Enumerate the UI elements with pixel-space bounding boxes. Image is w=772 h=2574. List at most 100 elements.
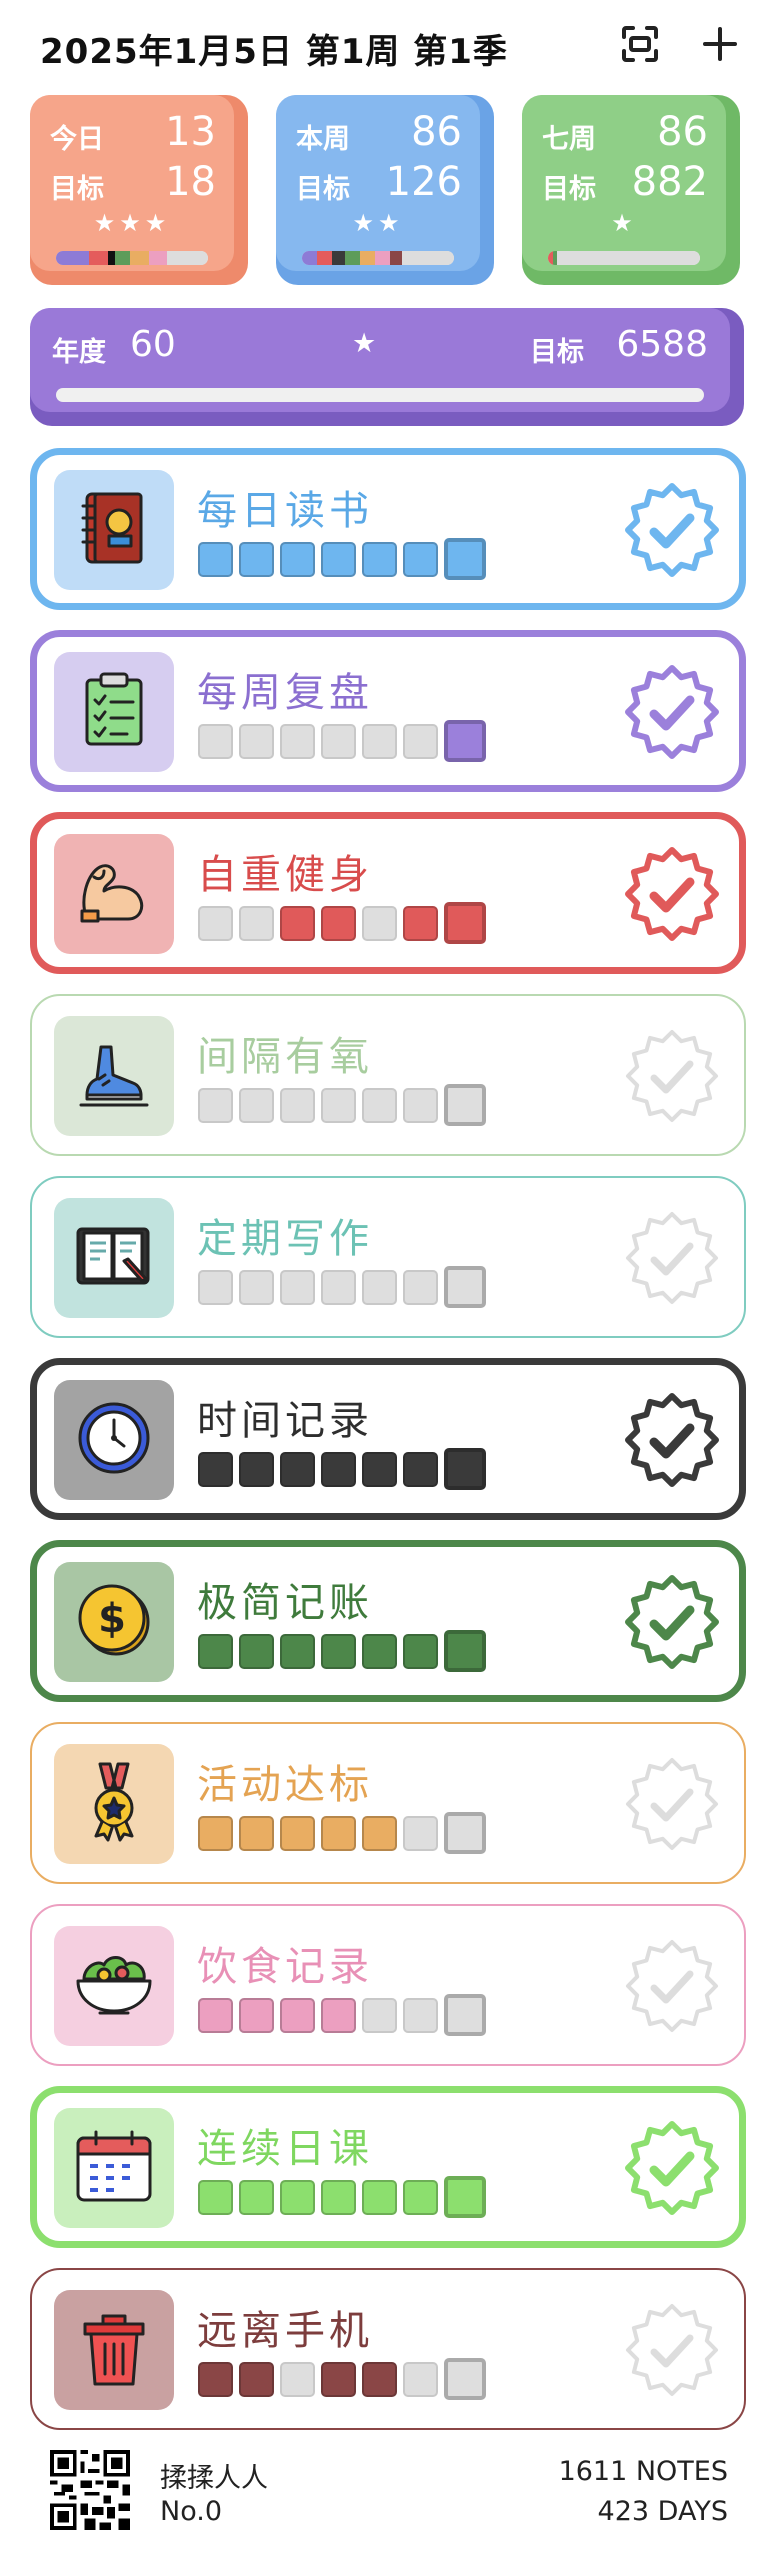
habit-day-square[interactable]	[239, 906, 274, 941]
check-badge-icon[interactable]	[622, 1390, 722, 1490]
check-badge-icon[interactable]	[622, 1936, 722, 2036]
habit-day-square[interactable]	[198, 724, 233, 759]
habit-card-4[interactable]: 定期写作	[30, 1176, 746, 1338]
habit-day-square[interactable]	[403, 542, 438, 577]
habit-day-square[interactable]	[280, 1634, 315, 1669]
habit-day-square[interactable]	[362, 1634, 397, 1669]
habit-day-square[interactable]	[239, 2362, 274, 2397]
habit-day-square[interactable]	[403, 1088, 438, 1123]
habit-day-square[interactable]	[444, 902, 486, 944]
habit-day-square[interactable]	[239, 2180, 274, 2215]
habit-day-square[interactable]	[239, 1998, 274, 2033]
check-badge-icon[interactable]	[622, 1026, 722, 1126]
habit-day-square[interactable]	[362, 1452, 397, 1487]
habit-day-square[interactable]	[403, 1634, 438, 1669]
habit-day-square[interactable]	[444, 1448, 486, 1490]
habit-card-7[interactable]: 活动达标	[30, 1722, 746, 1884]
check-badge-icon[interactable]	[622, 1208, 722, 1308]
habit-day-square[interactable]	[198, 1452, 233, 1487]
habit-day-square[interactable]	[239, 1088, 274, 1123]
habit-day-square[interactable]	[403, 1270, 438, 1305]
habit-day-square[interactable]	[198, 1816, 233, 1851]
habit-day-square[interactable]	[280, 1270, 315, 1305]
check-badge-icon[interactable]	[622, 2118, 722, 2218]
habit-day-square[interactable]	[403, 724, 438, 759]
habit-day-square[interactable]	[444, 1630, 486, 1672]
habit-day-square[interactable]	[362, 2180, 397, 2215]
habit-card-10[interactable]: 远离手机	[30, 2268, 746, 2430]
habit-day-square[interactable]	[280, 1816, 315, 1851]
habit-card-9[interactable]: 连续日课	[30, 2086, 746, 2248]
habit-day-square[interactable]	[239, 1634, 274, 1669]
habit-day-square[interactable]	[239, 724, 274, 759]
check-badge-icon[interactable]	[622, 2300, 722, 2400]
habit-day-square[interactable]	[198, 1088, 233, 1123]
habit-day-square[interactable]	[280, 906, 315, 941]
habit-day-square[interactable]	[403, 1452, 438, 1487]
habit-day-square[interactable]	[362, 1998, 397, 2033]
habit-day-square[interactable]	[362, 2362, 397, 2397]
habit-day-square[interactable]	[321, 906, 356, 941]
habit-day-square[interactable]	[444, 1994, 486, 2036]
habit-card-1[interactable]: 每周复盘	[30, 630, 746, 792]
habit-day-square[interactable]	[321, 2180, 356, 2215]
habit-day-square[interactable]	[321, 1270, 356, 1305]
habit-day-square[interactable]	[444, 1812, 486, 1854]
habit-day-square[interactable]	[239, 542, 274, 577]
habit-day-square[interactable]	[321, 2362, 356, 2397]
check-badge-icon[interactable]	[622, 844, 722, 944]
habit-day-square[interactable]	[362, 1088, 397, 1123]
habit-day-square[interactable]	[280, 542, 315, 577]
habit-day-square[interactable]	[321, 1816, 356, 1851]
habit-day-square[interactable]	[362, 724, 397, 759]
check-badge-icon[interactable]	[622, 1754, 722, 1854]
habit-day-square[interactable]	[321, 1634, 356, 1669]
habit-card-3[interactable]: 间隔有氧	[30, 994, 746, 1156]
habit-day-square[interactable]	[280, 1088, 315, 1123]
habit-day-square[interactable]	[403, 1998, 438, 2033]
habit-day-square[interactable]	[444, 1084, 486, 1126]
scan-icon[interactable]	[618, 22, 662, 66]
habit-day-square[interactable]	[198, 2362, 233, 2397]
plus-icon[interactable]	[698, 22, 742, 66]
habit-card-5[interactable]: 时间记录	[30, 1358, 746, 1520]
qr-code-icon[interactable]	[50, 2450, 130, 2530]
habit-day-square[interactable]	[239, 1816, 274, 1851]
habit-day-square[interactable]	[444, 538, 486, 580]
habit-day-square[interactable]	[198, 1998, 233, 2033]
habit-day-square[interactable]	[198, 1270, 233, 1305]
habit-day-square[interactable]	[280, 1452, 315, 1487]
habit-day-square[interactable]	[403, 1816, 438, 1851]
habit-day-square[interactable]	[321, 1088, 356, 1123]
habit-day-square[interactable]	[321, 1452, 356, 1487]
habit-day-square[interactable]	[280, 2180, 315, 2215]
habit-day-square[interactable]	[362, 1816, 397, 1851]
habit-card-0[interactable]: 每日读书	[30, 448, 746, 610]
habit-day-square[interactable]	[321, 542, 356, 577]
habit-day-square[interactable]	[198, 542, 233, 577]
habit-day-square[interactable]	[362, 1270, 397, 1305]
habit-day-square[interactable]	[321, 724, 356, 759]
habit-day-square[interactable]	[239, 1270, 274, 1305]
habit-day-square[interactable]	[321, 1998, 356, 2033]
habit-day-square[interactable]	[198, 2180, 233, 2215]
habit-day-square[interactable]	[444, 2176, 486, 2218]
habit-day-square[interactable]	[239, 1452, 274, 1487]
habit-day-square[interactable]	[444, 2358, 486, 2400]
habit-day-square[interactable]	[362, 542, 397, 577]
habit-day-square[interactable]	[444, 1266, 486, 1308]
check-badge-icon[interactable]	[622, 1572, 722, 1672]
habit-card-8[interactable]: 饮食记录	[30, 1904, 746, 2066]
habit-day-square[interactable]	[198, 1634, 233, 1669]
habit-day-square[interactable]	[444, 720, 486, 762]
habit-day-square[interactable]	[403, 906, 438, 941]
habit-day-square[interactable]	[198, 906, 233, 941]
habit-card-2[interactable]: 自重健身	[30, 812, 746, 974]
check-badge-icon[interactable]	[622, 480, 722, 580]
habit-day-square[interactable]	[362, 906, 397, 941]
habit-card-6[interactable]: $ 极简记账	[30, 1540, 746, 1702]
habit-day-square[interactable]	[280, 724, 315, 759]
habit-day-square[interactable]	[280, 2362, 315, 2397]
check-badge-icon[interactable]	[622, 662, 722, 762]
habit-day-square[interactable]	[403, 2180, 438, 2215]
